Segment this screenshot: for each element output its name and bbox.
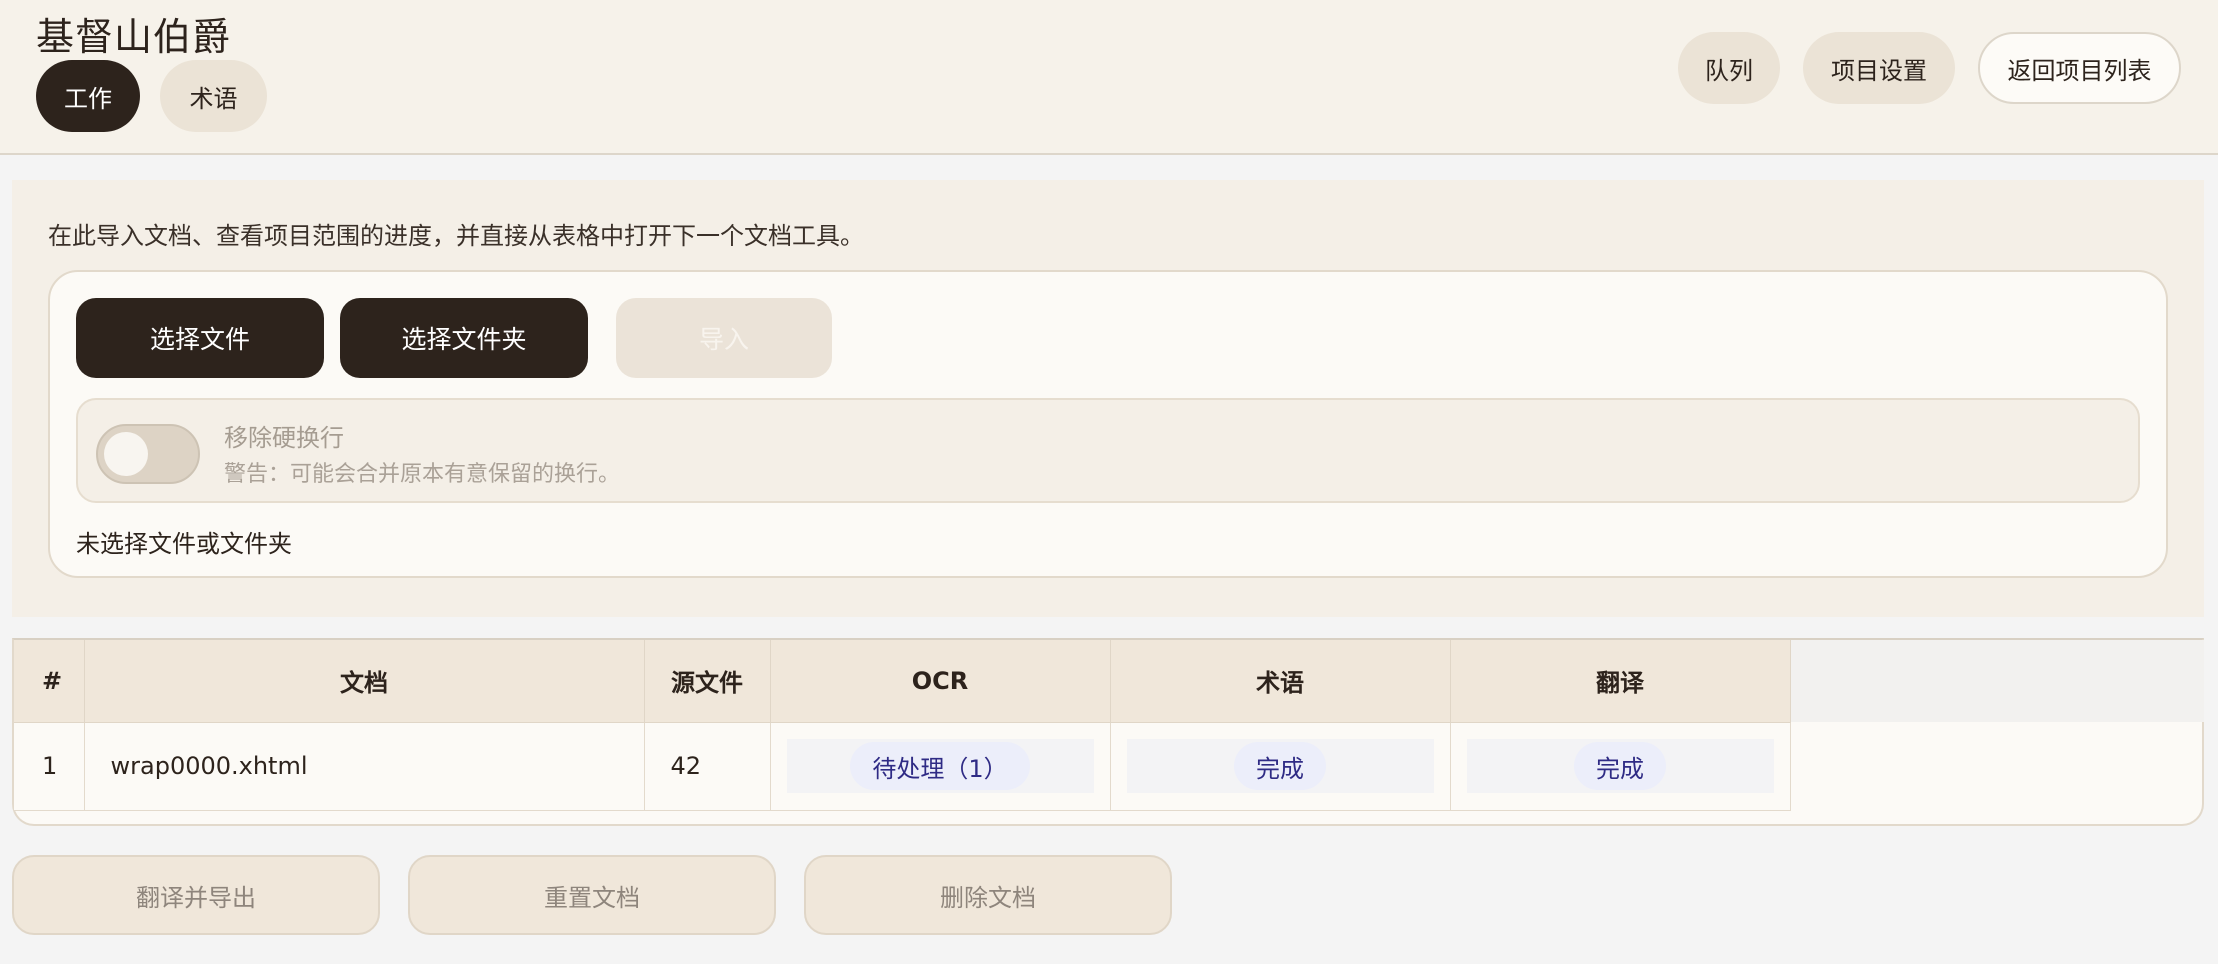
option-warning: 警告：可能会合并原本有意保留的换行。 (224, 462, 621, 487)
queue-button[interactable]: 队列 (1678, 32, 1780, 104)
column-header-translation: 翻译 (1450, 640, 1791, 723)
terms-status-badge[interactable]: 完成 (1234, 742, 1326, 790)
column-header-ocr: OCR (770, 640, 1111, 723)
translation-status-badge[interactable]: 完成 (1574, 742, 1666, 790)
choose-folder-button[interactable]: 选择文件夹 (340, 298, 588, 378)
project-title: 基督山伯爵 (36, 15, 232, 59)
option-title: 移除硬换行 (224, 424, 344, 452)
ocr-status-wrap: 待处理（1） (786, 739, 1094, 793)
delete-document-button[interactable]: 删除文档 (804, 855, 1172, 935)
import-card: 选择文件 选择文件夹 导入 移除硬换行 警告：可能会合并原本有意保留的换行。 未… (48, 270, 2168, 578)
translation-status-wrap: 完成 (1466, 739, 1774, 793)
import-intro-text: 在此导入文档、查看项目范围的进度，并直接从表格中打开下一个文档工具。 (48, 222, 864, 250)
row-source-count: 42 (644, 722, 771, 811)
app-header: 基督山伯爵 工作 术语 队列 项目设置 返回项目列表 (0, 0, 2218, 155)
documents-table-card: # 文档 源文件 OCR 术语 翻译 1 wrap0000.xhtml 42 待… (12, 638, 2204, 826)
tab-terms[interactable]: 术语 (160, 60, 267, 132)
row-number: 1 (14, 722, 85, 811)
column-header-document: 文档 (84, 640, 645, 723)
table-header-row: # 文档 源文件 OCR 术语 翻译 (14, 640, 1791, 723)
toggle-knob (104, 432, 148, 476)
ocr-status-badge[interactable]: 待处理（1） (850, 742, 1030, 790)
column-header-number: # (14, 640, 85, 723)
choose-files-button[interactable]: 选择文件 (76, 298, 324, 378)
selection-status: 未选择文件或文件夹 (76, 530, 292, 558)
row-ocr-cell: 待处理（1） (770, 722, 1111, 811)
table-row[interactable]: 1 wrap0000.xhtml 42 待处理（1） 完成 完成 (14, 722, 1791, 811)
documents-table: # 文档 源文件 OCR 术语 翻译 1 wrap0000.xhtml 42 待… (14, 640, 1791, 811)
import-panel: 在此导入文档、查看项目范围的进度，并直接从表格中打开下一个文档工具。 选择文件 … (12, 180, 2204, 617)
import-button[interactable]: 导入 (616, 298, 832, 378)
row-translation-cell: 完成 (1450, 722, 1791, 811)
column-header-terms: 术语 (1110, 640, 1451, 723)
reset-document-button[interactable]: 重置文档 (408, 855, 776, 935)
tab-work[interactable]: 工作 (36, 60, 140, 132)
translate-export-button[interactable]: 翻译并导出 (12, 855, 380, 935)
column-header-source: 源文件 (644, 640, 771, 723)
back-to-project-list-button[interactable]: 返回项目列表 (1978, 32, 2181, 104)
terms-status-wrap: 完成 (1126, 739, 1434, 793)
project-settings-button[interactable]: 项目设置 (1803, 32, 1955, 104)
table-header-filler (1790, 640, 2204, 722)
row-terms-cell: 完成 (1110, 722, 1451, 811)
remove-hard-breaks-option: 移除硬换行 警告：可能会合并原本有意保留的换行。 (76, 398, 2140, 503)
row-document-name[interactable]: wrap0000.xhtml (84, 722, 645, 811)
remove-hard-breaks-toggle[interactable] (96, 424, 200, 484)
